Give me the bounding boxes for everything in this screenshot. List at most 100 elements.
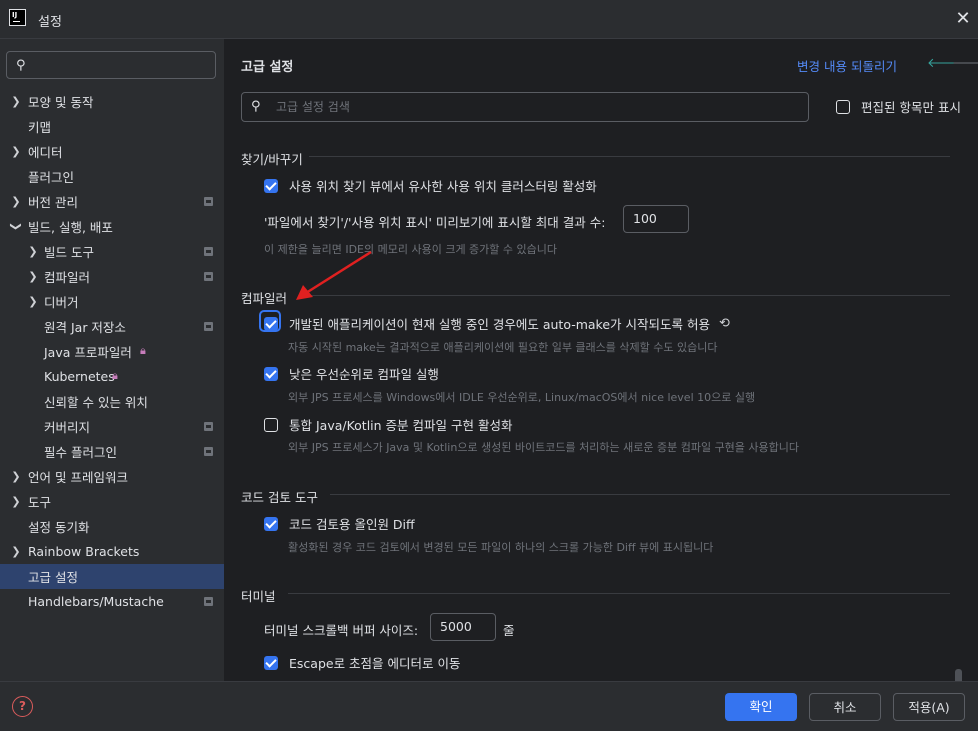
sidebar-item-rainbow-brackets[interactable]: ❯ Rainbow Brackets xyxy=(0,539,224,564)
sidebar-item-trusted-locations[interactable]: 신뢰할 수 있는 위치 xyxy=(0,389,224,414)
section-divider xyxy=(288,593,950,594)
sidebar-item-required-plugins[interactable]: 필수 플러그인 xyxy=(0,439,224,464)
dialog-footer: ? 확인 취소 적용(A) xyxy=(0,681,978,731)
close-icon[interactable]: ✕ xyxy=(953,9,973,29)
reset-changes-link[interactable]: 변경 내용 되돌리기 xyxy=(797,56,897,75)
checkbox[interactable] xyxy=(836,99,850,114)
buffer-size-input[interactable]: 5000 xyxy=(430,613,496,641)
sidebar-item-label: 신뢰할 수 있는 위치 xyxy=(44,395,148,410)
sidebar-item-label: Rainbow Brackets xyxy=(28,544,140,559)
section-title-terminal: 터미널 xyxy=(241,589,276,604)
sidebar-item-label: Kubernetes xyxy=(44,369,115,384)
sidebar-item-label: 모양 및 동작 xyxy=(28,95,94,110)
option-label: 사용 위치 찾기 뷰에서 유사한 사용 위치 클러스터링 활성화 xyxy=(289,179,597,194)
project-level-icon xyxy=(204,597,213,606)
sidebar-item-label: 언어 및 프레임워크 xyxy=(28,470,128,485)
sidebar-item-coverage[interactable]: 커버리지 xyxy=(0,414,224,439)
sidebar-item-java-profiler[interactable]: Java 프로파일러 🔒︎ xyxy=(0,339,224,364)
sidebar-item-keymap[interactable]: 키맵 xyxy=(0,114,224,139)
option-hint: 자동 시작된 make는 결과적으로 애플리케이션에 필요한 일부 클래스를 삭… xyxy=(288,341,718,354)
sidebar-search-input[interactable]: ⚲ xyxy=(6,51,216,79)
checkbox[interactable] xyxy=(264,178,278,193)
option-label: 개발된 애플리케이션이 현재 실행 중인 경우에도 auto-make가 시작되… xyxy=(289,317,710,332)
project-level-icon xyxy=(204,322,213,331)
sidebar-item-remote-jar[interactable]: 원격 Jar 저장소 xyxy=(0,314,224,339)
sidebar-item-build-tools[interactable]: ❯ 빌드 도구 xyxy=(0,239,224,264)
option-low-priority[interactable]: 낮은 우선순위로 컴파일 실행 xyxy=(264,364,439,383)
sidebar-item-tools[interactable]: ❯ 도구 xyxy=(0,489,224,514)
option-all-in-one-diff[interactable]: 코드 검토용 올인원 Diff xyxy=(264,514,415,533)
checkbox[interactable] xyxy=(264,655,278,670)
cancel-button[interactable]: 취소 xyxy=(809,693,881,721)
apply-button[interactable]: 적용(A) xyxy=(893,693,965,721)
option-escape-to-editor[interactable]: Escape로 초점을 에디터로 이동 xyxy=(264,653,461,672)
section-title-code-review: 코드 검토 도구 xyxy=(241,490,318,505)
sidebar-item-label: 커버리지 xyxy=(44,420,91,435)
sidebar-item-label: 버전 관리 xyxy=(28,195,78,210)
option-label: 코드 검토용 올인원 Diff xyxy=(289,517,415,532)
sidebar-item-label: 필수 플러그인 xyxy=(44,445,117,460)
sidebar-item-appearance[interactable]: ❯ 모양 및 동작 xyxy=(0,89,224,114)
sidebar-item-vcs[interactable]: ❯ 버전 관리 xyxy=(0,189,224,214)
project-level-icon xyxy=(204,447,213,456)
settings-sidebar: ⚲ ❯ 모양 및 동작 키맵 ❯ 에디터 플러그인 ❯ 버전 관리 ❯ 빌드, … xyxy=(0,38,224,681)
checkbox[interactable] xyxy=(264,316,278,331)
checkbox[interactable] xyxy=(264,417,278,432)
sidebar-item-label: 컴파일러 xyxy=(44,270,91,285)
sidebar-item-plugins[interactable]: 플러그인 xyxy=(0,164,224,189)
sidebar-item-label: 빌드 도구 xyxy=(44,245,94,260)
page-title: 고급 설정 xyxy=(241,60,294,75)
advanced-settings-search[interactable]: ⚲ xyxy=(241,92,809,122)
sidebar-item-settings-sync[interactable]: 설정 동기화 xyxy=(0,514,224,539)
forward-arrow-icon[interactable]: 🡒 xyxy=(952,55,978,71)
search-icon: ⚲ xyxy=(251,99,261,114)
sidebar-item-handlebars[interactable]: Handlebars/Mustache xyxy=(0,589,224,614)
option-label: Escape로 초점을 에디터로 이동 xyxy=(289,656,461,671)
section-title-compiler: 컴파일러 xyxy=(241,291,288,306)
sidebar-item-label: Java 프로파일러 xyxy=(44,345,132,360)
settings-scroll-area[interactable]: 찾기/바꾸기 사용 위치 찾기 뷰에서 유사한 사용 위치 클러스터링 활성화 … xyxy=(224,139,978,682)
option-cluster-usages[interactable]: 사용 위치 찾기 뷰에서 유사한 사용 위치 클러스터링 활성화 xyxy=(264,176,597,195)
only-modified-checkbox[interactable]: 편집된 항목만 표시 xyxy=(836,97,961,116)
option-hint: 외부 JPS 프로세스를 Windows에서 IDLE 우선순위로, Linux… xyxy=(288,391,756,404)
search-icon: ⚲ xyxy=(16,58,26,73)
sidebar-item-label: 고급 설정 xyxy=(28,570,78,585)
max-results-hint: 이 제한을 늘리면 IDE의 메모리 사용이 크게 증가할 수 있습니다 xyxy=(264,243,558,256)
option-unified-incremental[interactable]: 통합 Java/Kotlin 증분 컴파일 구현 활성화 xyxy=(264,415,512,434)
search-input[interactable] xyxy=(276,97,796,117)
chevron-down-icon: ❯ xyxy=(9,221,23,232)
checkbox[interactable] xyxy=(264,516,278,531)
section-title-find-replace: 찾기/바꾸기 xyxy=(241,152,303,167)
option-label: 낮은 우선순위로 컴파일 실행 xyxy=(289,367,439,382)
checkbox[interactable] xyxy=(264,366,278,381)
section-divider xyxy=(309,156,950,157)
ok-button[interactable]: 확인 xyxy=(725,693,797,721)
sidebar-item-compiler[interactable]: ❯ 컴파일러 xyxy=(0,264,224,289)
project-level-icon xyxy=(204,247,213,256)
help-icon[interactable]: ? xyxy=(12,696,33,717)
sidebar-item-debugger[interactable]: ❯ 디버거 xyxy=(0,289,224,314)
title-bar: IJ 설정 ✕ xyxy=(0,0,978,38)
sidebar-item-label: 도구 xyxy=(28,495,52,510)
section-divider xyxy=(330,494,950,495)
option-label: 통합 Java/Kotlin 증분 컴파일 구현 활성화 xyxy=(289,418,513,433)
sidebar-item-label: 디버거 xyxy=(44,295,79,310)
sidebar-item-languages[interactable]: ❯ 언어 및 프레임워크 xyxy=(0,464,224,489)
app-logo-icon: IJ xyxy=(9,9,26,26)
reset-history-icon[interactable]: ⟲ xyxy=(719,316,730,331)
sidebar-item-label: Handlebars/Mustache xyxy=(28,594,164,609)
sidebar-item-advanced-settings[interactable]: 고급 설정 xyxy=(0,564,224,589)
max-results-label: '파일에서 찾기'/'사용 위치 표시' 미리보기에 표시할 최대 결과 수: xyxy=(264,215,606,230)
chevron-right-icon: ❯ xyxy=(11,95,21,108)
option-allow-auto-make[interactable]: 개발된 애플리케이션이 현재 실행 중인 경우에도 auto-make가 시작되… xyxy=(264,314,730,333)
sidebar-item-label: 플러그인 xyxy=(28,170,75,185)
option-hint: 활성화된 경우 코드 검토에서 변경된 모든 파일이 하나의 스크롤 가능한 D… xyxy=(288,541,714,554)
sidebar-item-label: 원격 Jar 저장소 xyxy=(44,320,126,335)
sidebar-item-build[interactable]: ❯ 빌드, 실행, 배포 xyxy=(0,214,224,239)
sidebar-item-editor[interactable]: ❯ 에디터 xyxy=(0,139,224,164)
sidebar-item-label: 빌드, 실행, 배포 xyxy=(28,220,113,235)
sidebar-item-kubernetes[interactable]: Kubernetes 🔒︎ xyxy=(0,364,224,389)
max-results-input[interactable]: 100 xyxy=(623,205,689,233)
chevron-right-icon: ❯ xyxy=(11,145,21,158)
chevron-right-icon: ❯ xyxy=(28,270,38,283)
